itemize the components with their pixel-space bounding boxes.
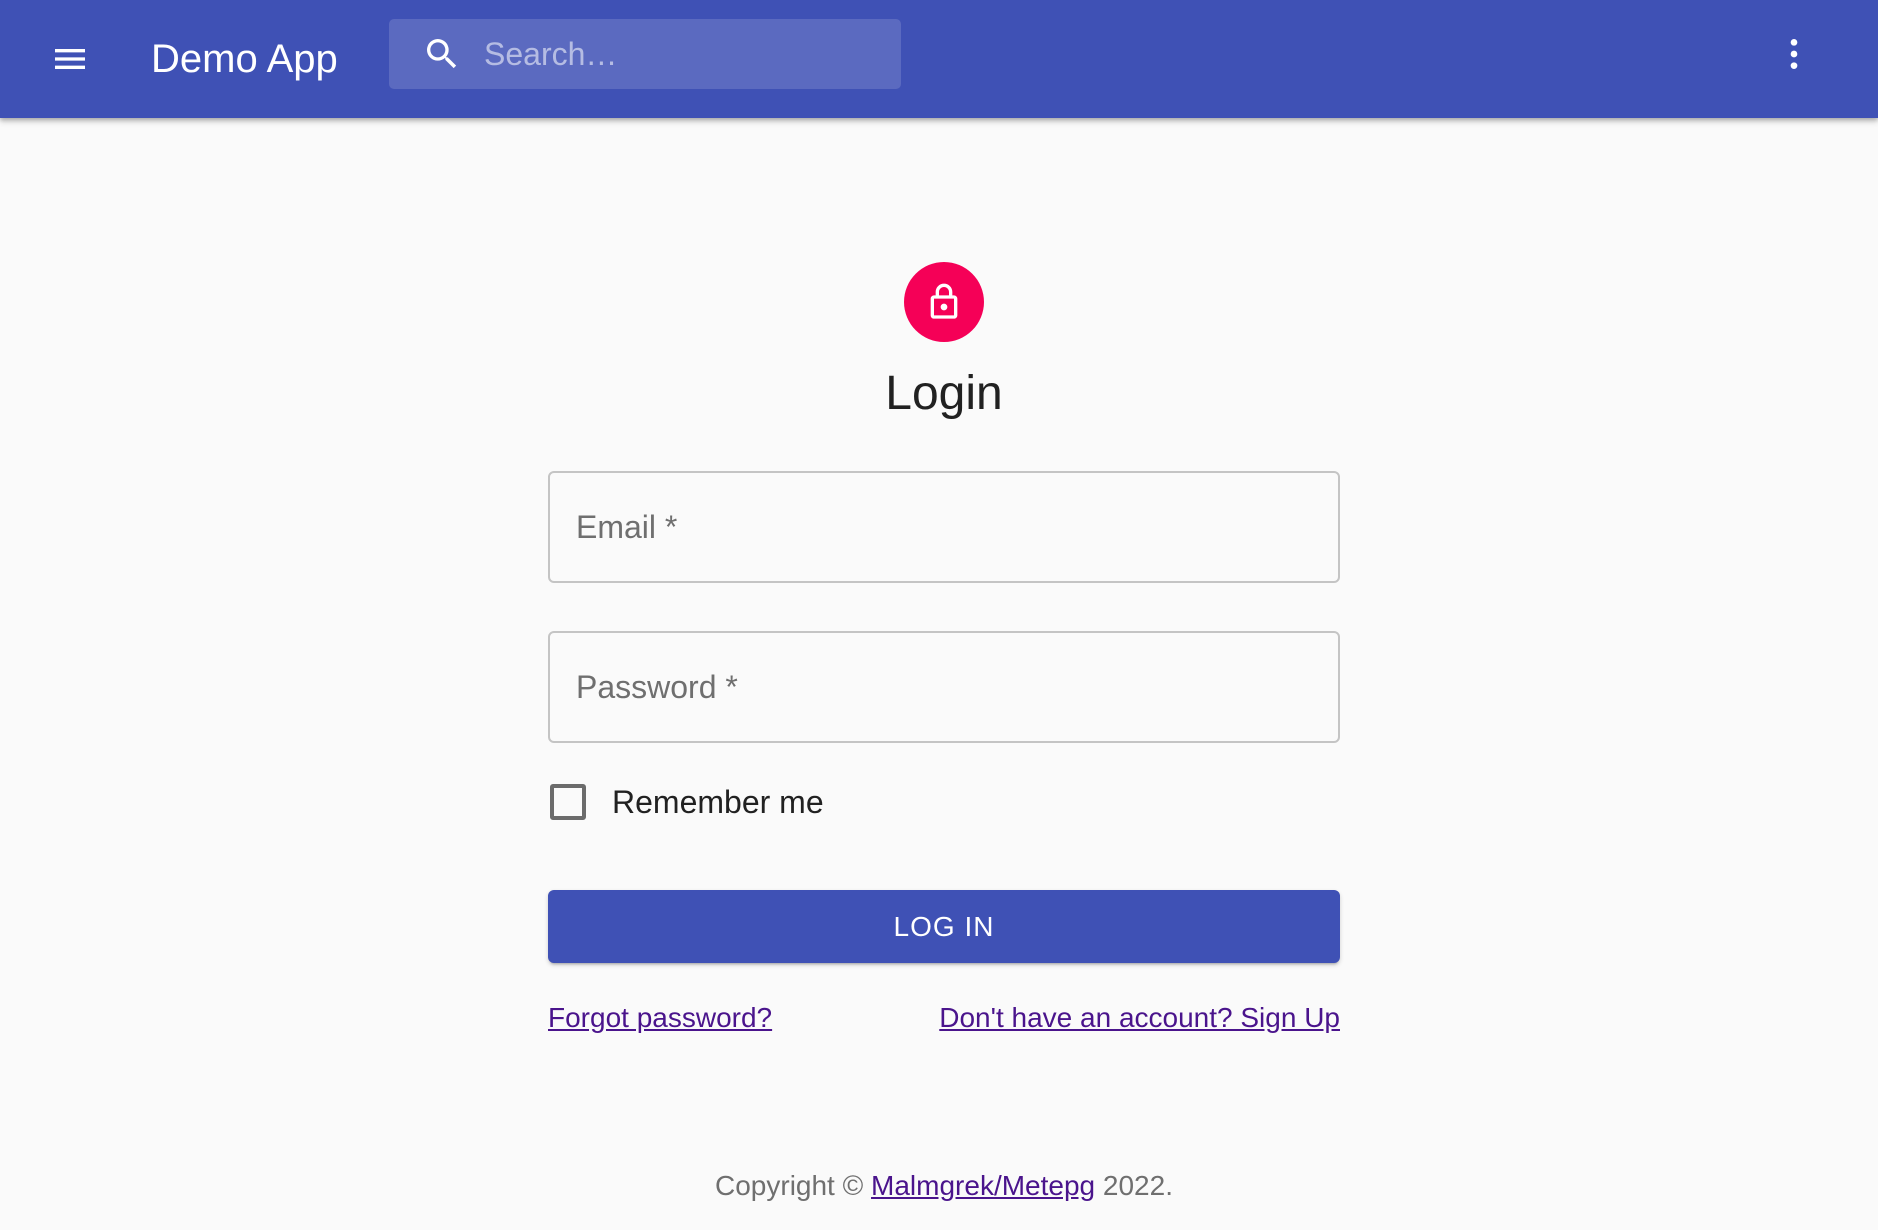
copyright-suffix: 2022.	[1095, 1170, 1173, 1201]
signup-link[interactable]: Don't have an account? Sign Up	[939, 1000, 1340, 1036]
owner-link[interactable]: Malmgrek/Metepg	[871, 1170, 1095, 1201]
lock-icon	[930, 283, 958, 319]
search-input[interactable]	[484, 19, 884, 89]
more-vertical-icon	[1790, 39, 1798, 69]
more-options-button[interactable]	[1764, 24, 1824, 84]
forgot-password-link[interactable]: Forgot password?	[548, 1000, 772, 1036]
password-input[interactable]	[550, 633, 1338, 741]
search-icon	[427, 39, 457, 69]
menu-button[interactable]	[40, 29, 100, 89]
app-bar: Demo App	[0, 0, 1878, 118]
login-button[interactable]: LOG IN	[548, 890, 1340, 963]
copyright-prefix: Copyright ©	[715, 1170, 872, 1201]
remember-me-checkbox[interactable]	[550, 784, 586, 820]
remember-me-label: Remember me	[612, 783, 824, 820]
email-field[interactable]	[548, 471, 1340, 583]
password-field[interactable]	[548, 631, 1340, 743]
copyright: Copyright © Malmgrek/Metepg 2022.	[0, 1168, 1878, 1204]
app-title: Demo App	[151, 37, 338, 81]
search-box[interactable]	[389, 19, 901, 89]
remember-me[interactable]: Remember me	[548, 780, 824, 824]
page-title: Login	[885, 367, 1003, 420]
email-input[interactable]	[550, 473, 1338, 581]
lock-avatar	[904, 262, 984, 342]
hamburger-menu-icon	[55, 49, 85, 69]
